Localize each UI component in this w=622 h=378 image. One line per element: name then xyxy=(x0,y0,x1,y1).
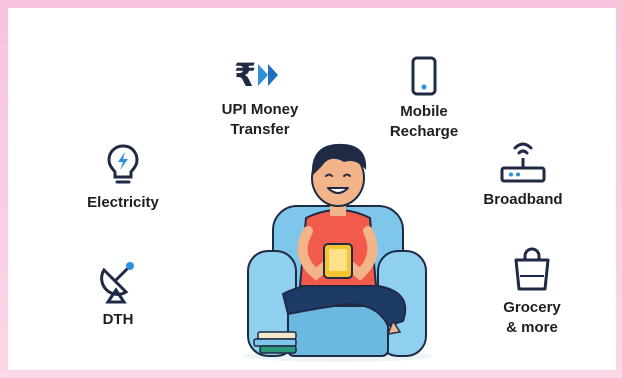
rupee-arrow-icon: ₹ xyxy=(234,56,278,94)
svg-text:₹: ₹ xyxy=(234,56,256,94)
service-grocery-label: Grocery & more xyxy=(503,299,561,336)
service-dth-label: DTH xyxy=(102,311,134,328)
service-dth[interactable]: DTH xyxy=(53,258,183,330)
service-electricity[interactable]: Electricity xyxy=(58,143,188,213)
service-broadband[interactable]: Broadband xyxy=(458,138,588,210)
service-mobile[interactable]: Mobile Recharge xyxy=(359,56,489,142)
router-icon xyxy=(500,142,546,183)
bulb-icon xyxy=(107,144,139,184)
service-electricity-label: Electricity xyxy=(87,194,159,211)
service-upi-label: UPI Money Transfer xyxy=(221,101,299,138)
service-upi[interactable]: ₹ UPI Money Transfer xyxy=(195,56,325,140)
person-on-armchair-illustration xyxy=(243,143,433,362)
mobile-phone-icon xyxy=(411,56,437,96)
satellite-dish-icon xyxy=(100,262,134,304)
services-card: ₹ UPI Money Transfer Mobile Recharge Ele… xyxy=(8,8,616,370)
shopping-bag-icon xyxy=(514,247,550,291)
service-broadband-label: Broadband xyxy=(483,191,563,208)
service-grocery[interactable]: Grocery & more xyxy=(467,246,597,338)
